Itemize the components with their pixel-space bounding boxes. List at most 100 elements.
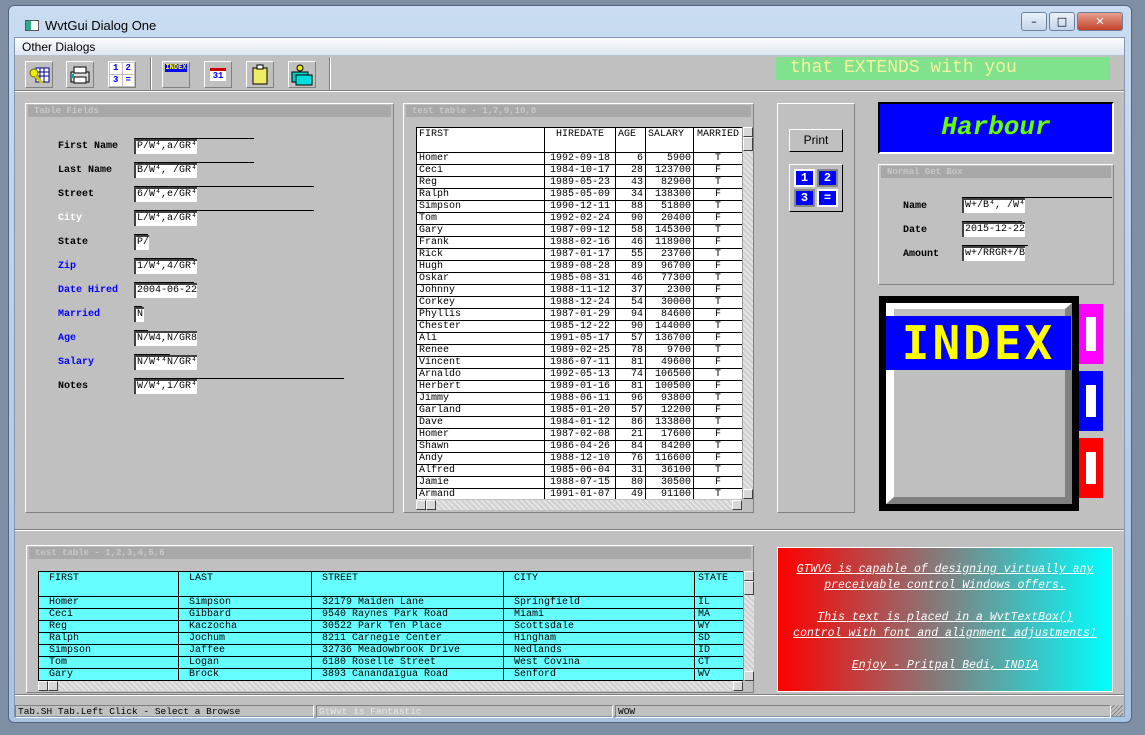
index-icon[interactable]: INDEX	[162, 61, 190, 88]
table-row[interactable]: Ceci Gibbard 9540 Raynes Park Road Miami MA	[38, 608, 743, 621]
scroll-down-button[interactable]	[744, 671, 754, 681]
field-input[interactable]: N/W⁴⁴N/GR⁴	[134, 355, 198, 370]
vertical-scrollbar[interactable]	[742, 127, 753, 499]
scroll-down-button[interactable]	[743, 489, 753, 499]
table-row[interactable]: Homer 1987-02-08 21 17600 F	[416, 428, 742, 441]
table-row[interactable]: Vincent 1986-07-11 81 49600 F	[416, 356, 742, 369]
textbox-line: This text is placed in a WvtTextBox()	[817, 611, 1073, 624]
field-input[interactable]: B/W⁴, /GR⁴	[134, 163, 198, 178]
column-header[interactable]: MARRIED	[693, 127, 742, 153]
table-row[interactable]: Hugh 1989-08-28 89 96700 F	[416, 260, 742, 273]
table-row[interactable]: Ceci 1984-10-17 28 123700 F	[416, 164, 742, 177]
table-row[interactable]: Reg 1989-05-23 43 82900 T	[416, 176, 742, 189]
scroll-thumb[interactable]	[48, 681, 58, 691]
scroll-left-button[interactable]	[38, 681, 48, 691]
maximize-button[interactable]: □	[1049, 12, 1075, 31]
vertical-scrollbar[interactable]	[743, 571, 754, 681]
browse-table-2[interactable]: FIRST LAST STREET CITY STATE Homer Simpson 3217…	[38, 571, 743, 681]
field-input[interactable]: 2004-06-22	[134, 283, 198, 298]
table-row[interactable]: Frank 1988-02-16 46 118900 F	[416, 236, 742, 249]
field-input[interactable]: w+/RRGR+/B	[962, 246, 1026, 261]
table-row[interactable]: Jamie 1988-07-15 80 30500 F	[416, 476, 742, 489]
table-row[interactable]: Homer 1992-09-18 6 5900 T	[416, 152, 742, 165]
table-row[interactable]: Jimmy 1988-06-11 96 93800 T	[416, 392, 742, 405]
column-header[interactable]: HIREDATE	[544, 127, 616, 153]
table-row[interactable]: Phyllis 1987-01-29 94 84600 F	[416, 308, 742, 321]
column-header[interactable]: FIRST	[416, 127, 545, 153]
scroll-up-button[interactable]	[743, 127, 753, 137]
field-input[interactable]: L/W⁴,a/GR⁴	[134, 211, 198, 226]
field-input[interactable]: 2015-12-22	[962, 222, 1026, 237]
field-input[interactable]: N	[134, 307, 144, 322]
keys-grid-icon[interactable]	[25, 61, 53, 88]
table-fields-panel: Table Fields First Name P/W⁴,a/GR⁴ Last Na…	[25, 103, 394, 513]
column-header[interactable]: FIRST	[38, 571, 179, 597]
column-header[interactable]: CITY	[503, 571, 695, 597]
minimize-button[interactable]: –	[1021, 12, 1047, 31]
table-row[interactable]: Corkey 1988-12-24 54 30000 T	[416, 296, 742, 309]
field-label: Name	[903, 201, 928, 212]
table-row[interactable]: Reg Kaczocha 30522 Park Ten Place Scottsdal…	[38, 620, 743, 633]
table-row[interactable]: Ralph Jochum 8211 Carnegie Center Hingham SD	[38, 632, 743, 645]
table-row[interactable]: Ali 1991-05-17 57 136700 F	[416, 332, 742, 345]
table-row[interactable]: Ralph 1985-05-09 34 138300 F	[416, 188, 742, 201]
field-input[interactable]: W+/B⁴, /W⁴	[962, 198, 1026, 213]
field-input[interactable]: P/	[134, 235, 150, 250]
table-cell: 1987-09-12	[544, 224, 616, 237]
table-row[interactable]: Tom Logan 6180 Roselle Street West Covina CT	[38, 656, 743, 669]
column-header[interactable]: LAST	[178, 571, 312, 597]
print-button[interactable]: Print	[789, 129, 843, 152]
table-row[interactable]: Arnaldo 1992-05-13 74 106500 T	[416, 368, 742, 381]
calculator-icon[interactable]: 1 2 3 =	[108, 61, 136, 88]
folders-icon[interactable]	[288, 61, 316, 88]
table-row[interactable]: Johnny 1988-11-12 37 2300 F	[416, 284, 742, 297]
calendar-icon[interactable]: 31	[204, 61, 232, 88]
table-row[interactable]: Gary 1987-09-12 58 145300 T	[416, 224, 742, 237]
table-row[interactable]: Renee 1989-02-25 78 9700 T	[416, 344, 742, 357]
scroll-up-button[interactable]	[744, 571, 754, 581]
scroll-left-button[interactable]	[416, 500, 426, 510]
table-cell: T	[693, 200, 742, 213]
field-input[interactable]: N/W4,N/GR8	[134, 331, 198, 346]
browse-table-1[interactable]: FIRST HIREDATE AGE SALARY MARRIED Homer 1992-0…	[416, 127, 742, 499]
menu-other-dialogs[interactable]: Other Dialogs	[22, 40, 95, 54]
table-row[interactable]: Gary Brock 3893 Canandaigua Road Senford WV	[38, 668, 743, 681]
table-row[interactable]: Rick 1987-01-17 55 23700 T	[416, 248, 742, 261]
field-input[interactable]: 6/W⁴,e/GR⁴	[134, 187, 198, 202]
table-row[interactable]: Herbert 1989-01-16 81 100500 F	[416, 380, 742, 393]
column-header[interactable]: STREET	[311, 571, 504, 597]
table-row[interactable]: Alfred 1985-06-04 31 36100 T	[416, 464, 742, 477]
field-input[interactable]: W/W⁴,i/GR⁴	[134, 379, 198, 394]
scroll-right-button[interactable]	[732, 500, 742, 510]
table-row[interactable]: Tom 1992-02-24 90 20400 F	[416, 212, 742, 225]
table-cell: 23700	[645, 248, 694, 261]
table-cell: Reg	[38, 620, 179, 633]
table-row[interactable]: Simpson Jaffee 32736 Meadowbrook Drive Nedl…	[38, 644, 743, 657]
table-row[interactable]: Garland 1985-01-20 57 12200 F	[416, 404, 742, 417]
scroll-thumb[interactable]	[744, 581, 754, 595]
field-input[interactable]: 1/W⁴,4/GR⁴	[134, 259, 198, 274]
calculator-button[interactable]: 1 2 3 =	[789, 164, 843, 212]
field-input[interactable]: P/W⁴,a/GR⁴	[134, 139, 198, 154]
column-header[interactable]: STATE	[694, 571, 743, 597]
horizontal-scrollbar[interactable]	[38, 681, 743, 691]
scroll-thumb[interactable]	[426, 500, 436, 510]
horizontal-scrollbar[interactable]	[416, 500, 742, 510]
column-header[interactable]: AGE	[615, 127, 646, 153]
toolbar-separator	[329, 57, 331, 91]
close-button[interactable]: ✕	[1077, 12, 1123, 31]
table-row[interactable]: Chester 1985-12-22 90 144000 T	[416, 320, 742, 333]
table-row[interactable]: Armand 1991-01-07 49 91100 T	[416, 488, 742, 499]
scroll-thumb[interactable]	[743, 137, 753, 151]
table-row[interactable]: Dave 1984-01-12 86 133800 T	[416, 416, 742, 429]
table-row[interactable]: Homer Simpson 32179 Maiden Lane Springfield…	[38, 596, 743, 609]
scroll-right-button[interactable]	[733, 681, 743, 691]
clipboard-icon[interactable]	[246, 61, 274, 88]
table-row[interactable]: Shawn 1986-04-26 84 84200 T	[416, 440, 742, 453]
resize-grip[interactable]	[1111, 705, 1123, 717]
table-row[interactable]: Simpson 1990-12-11 88 51800 T	[416, 200, 742, 213]
table-row[interactable]: Andy 1988-12-10 76 116600 F	[416, 452, 742, 465]
table-row[interactable]: Oskar 1985-08-31 46 77300 T	[416, 272, 742, 285]
printer-icon[interactable]	[66, 61, 94, 88]
column-header[interactable]: SALARY	[645, 127, 694, 153]
